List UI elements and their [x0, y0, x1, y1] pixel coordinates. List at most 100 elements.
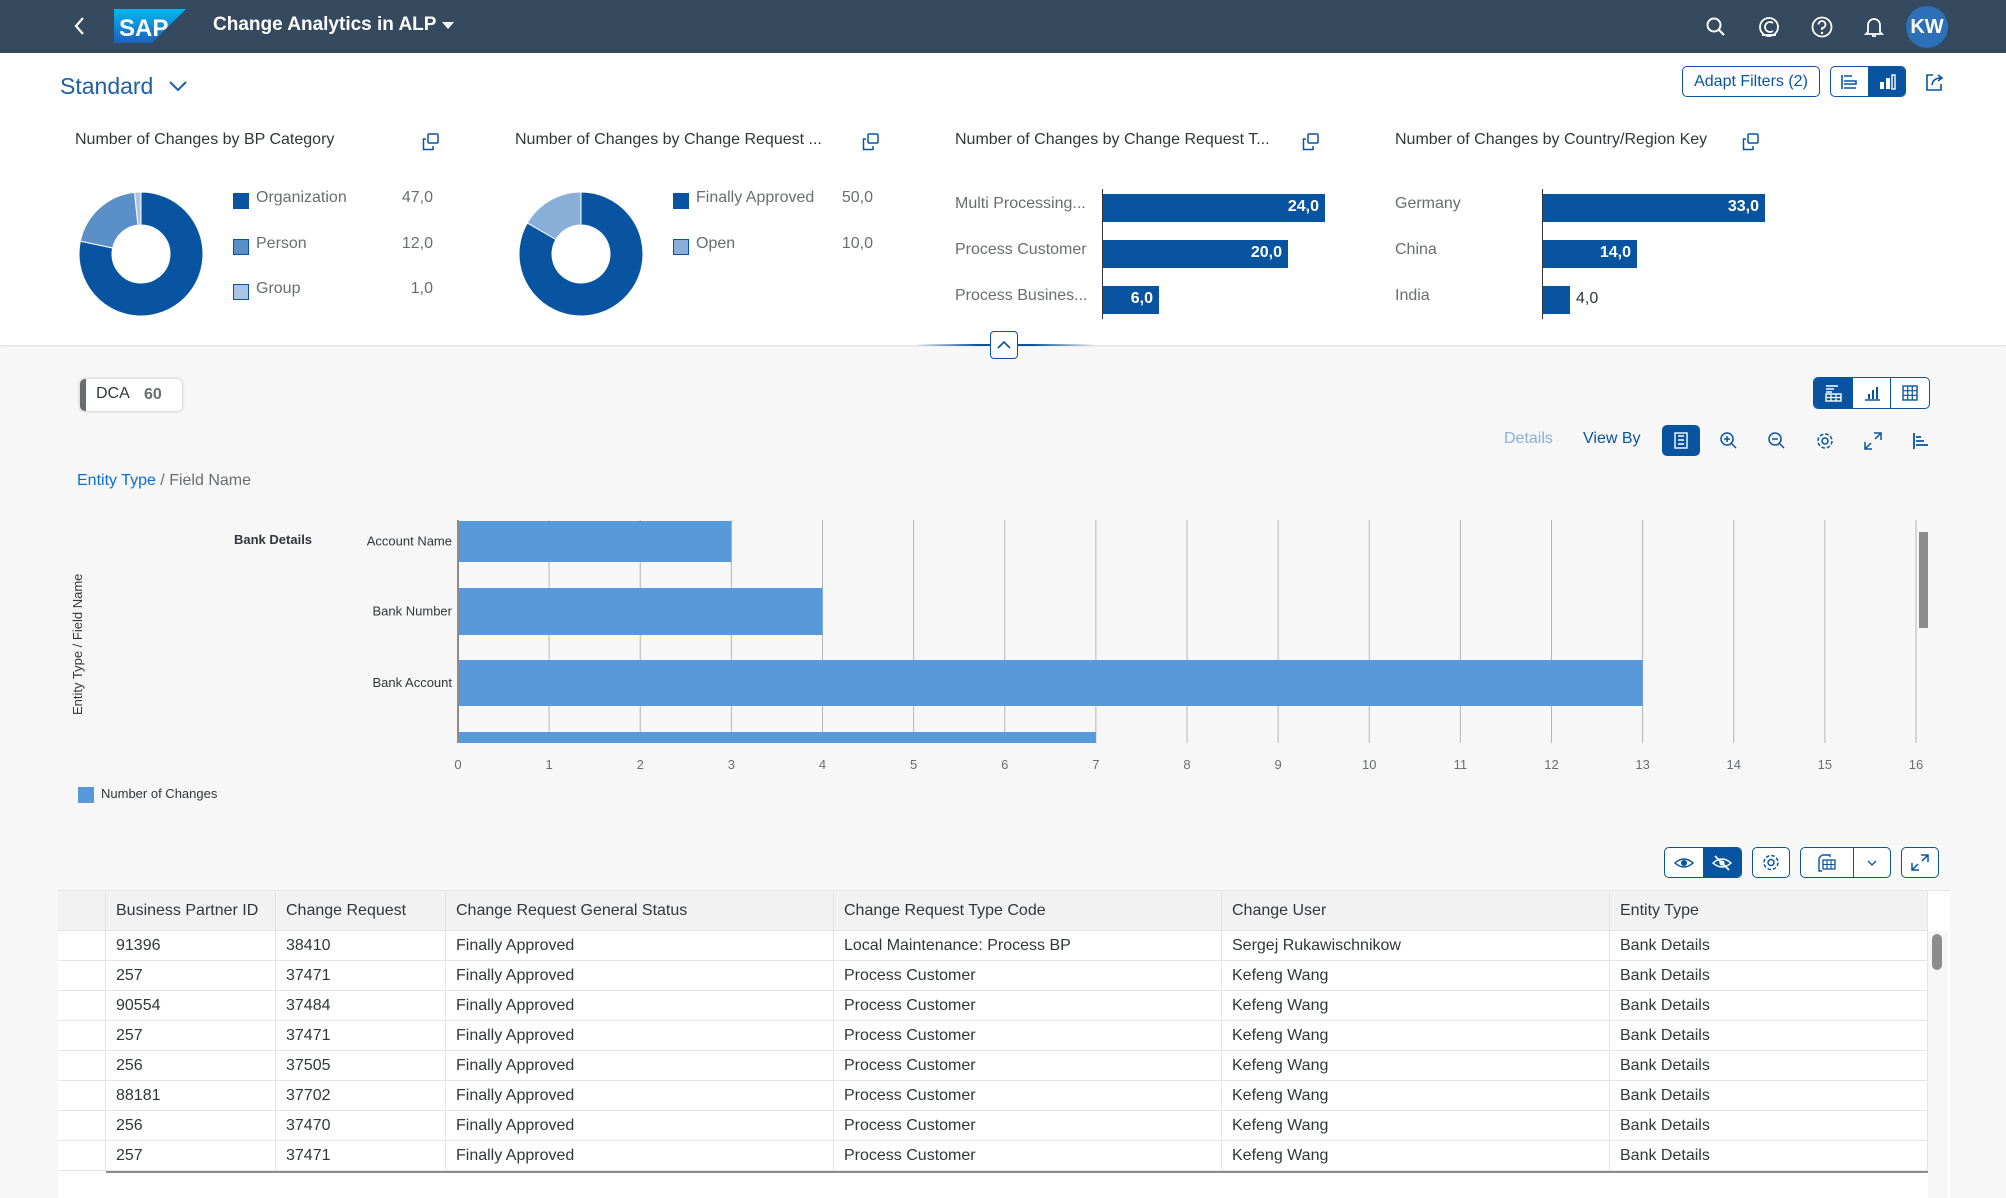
column-header[interactable]: Entity Type [1610, 891, 1928, 931]
table-row[interactable]: 257 37471 Finally Approved Process Customer… [58, 961, 1928, 991]
y-category-label[interactable]: Bank Account [373, 675, 453, 690]
table-settings-button[interactable] [1752, 847, 1790, 878]
kpi-tag-dca[interactable]: DCA 60 [80, 379, 182, 411]
adapt-filters-button[interactable]: Adapt Filters (2) [1682, 66, 1820, 97]
chart-legend-label[interactable]: Number of Changes [101, 786, 217, 801]
open-popover-icon [422, 133, 439, 151]
popover-button[interactable] [422, 133, 440, 151]
donut-chart[interactable] [518, 191, 644, 317]
column-header[interactable]: Change User [1222, 891, 1610, 931]
app-title[interactable]: Change Analytics in ALP [213, 14, 436, 36]
bar[interactable]: 4,0 [1543, 286, 1598, 314]
chart-bar[interactable] [458, 732, 1096, 743]
table-view-button[interactable] [1890, 378, 1929, 408]
row-selector[interactable] [58, 961, 106, 991]
bar[interactable]: 14,0 [1543, 240, 1637, 268]
chart-settings-button[interactable] [1812, 428, 1838, 454]
bar[interactable]: 6,0 [1103, 286, 1159, 314]
select-all-cell[interactable] [58, 891, 106, 931]
table-row[interactable]: 257 37471 Finally Approved Process Customer… [58, 1141, 1928, 1171]
table-row[interactable]: 88181 37702 Finally Approved Process Custom… [58, 1081, 1928, 1111]
bar[interactable]: 24,0 [1103, 194, 1325, 222]
table-cell: 37505 [276, 1051, 446, 1081]
row-selector[interactable] [58, 1111, 106, 1141]
row-selector[interactable] [58, 931, 106, 961]
popover-button[interactable] [1302, 133, 1320, 151]
show-details-button[interactable] [1665, 848, 1703, 877]
open-popover-icon [1742, 133, 1759, 151]
legend-item[interactable]: Group 1,0 [233, 280, 433, 302]
chart-table-icon [1825, 385, 1842, 402]
legend-item[interactable]: Organization 47,0 [233, 189, 433, 211]
copilot-button[interactable] [1755, 13, 1783, 41]
popover-button[interactable] [1742, 133, 1760, 151]
chart-bar[interactable] [458, 660, 1643, 706]
table-row[interactable]: 256 37505 Finally Approved Process Customer… [58, 1051, 1928, 1081]
user-avatar[interactable]: KW [1906, 6, 1948, 48]
notifications-button[interactable] [1860, 13, 1888, 41]
donut-chart[interactable] [78, 191, 204, 317]
legend-item[interactable]: Finally Approved 50,0 [673, 189, 873, 211]
x-tick-label: 2 [637, 757, 644, 772]
table-row[interactable]: 257 37471 Finally Approved Process Customer… [58, 1021, 1928, 1051]
column-header[interactable]: Change Request Type Code [834, 891, 1222, 931]
compact-filter-button[interactable] [1831, 67, 1868, 96]
card-title: Number of Changes by Country/Region Key [1395, 131, 1708, 148]
export-options-dropdown[interactable] [1853, 848, 1890, 877]
legend-item[interactable]: Person 12,0 [233, 235, 433, 257]
table-scrollbar-thumb[interactable] [1932, 934, 1942, 970]
drilldown-button[interactable] [1908, 428, 1934, 454]
share-button[interactable] [1924, 71, 1946, 93]
bar-category-label: Process Customer [955, 241, 1087, 258]
table-row[interactable]: 90554 37484 Finally Approved Process Custom… [58, 991, 1928, 1021]
legend-item[interactable]: Open 10,0 [673, 235, 873, 257]
search-button[interactable] [1702, 13, 1730, 41]
variant-dropdown-button[interactable] [168, 79, 188, 93]
chart-fullscreen-button[interactable] [1860, 428, 1886, 454]
legend-swatch [233, 284, 249, 300]
chart-bar[interactable] [458, 588, 823, 635]
details-button[interactable]: Details [1504, 430, 1553, 448]
row-selector[interactable] [58, 991, 106, 1021]
export-to-spreadsheet-button[interactable] [1801, 848, 1853, 877]
table-fullscreen-button[interactable] [1901, 847, 1939, 878]
table-scrollbar[interactable] [1928, 931, 1948, 1198]
zoom-out-button[interactable] [1764, 428, 1790, 454]
x-tick-label: 6 [1001, 757, 1008, 772]
help-button[interactable] [1808, 13, 1836, 41]
bar[interactable]: 20,0 [1103, 240, 1288, 268]
table-cell: 37471 [276, 1021, 446, 1051]
view-by-button[interactable]: View By [1583, 430, 1641, 448]
row-selector[interactable] [58, 1141, 106, 1171]
hybrid-view-button[interactable] [1814, 378, 1852, 408]
sap-logo[interactable]: SAP [114, 9, 186, 43]
zoom-in-button[interactable] [1716, 428, 1742, 454]
chart-view-button[interactable] [1852, 378, 1890, 408]
column-header[interactable]: Change Request [276, 891, 446, 931]
table-row[interactable]: 91396 38410 Finally Approved Local Maintena… [58, 931, 1928, 961]
donut-slice-person[interactable] [79, 191, 139, 249]
y-category-label[interactable]: Account Name [367, 534, 452, 549]
y-category-label[interactable]: Bank Number [373, 604, 453, 619]
row-selector[interactable] [58, 1081, 106, 1111]
variant-title[interactable]: Standard [60, 73, 153, 100]
column-header[interactable]: Business Partner ID [106, 891, 276, 931]
popover-button[interactable] [862, 133, 880, 151]
bar-value-label: 14,0 [1599, 244, 1631, 261]
chart-bar[interactable] [458, 521, 732, 562]
chart-scrollbar-thumb[interactable] [1919, 532, 1928, 628]
app-title-dropdown-icon[interactable] [442, 22, 454, 29]
table-row[interactable]: 256 37470 Finally Approved Process Customer… [58, 1111, 1928, 1141]
bar[interactable]: 33,0 [1543, 194, 1765, 222]
legend-toggle-button[interactable] [1662, 425, 1700, 456]
collapse-header-button[interactable] [990, 331, 1018, 359]
row-selector[interactable] [58, 1021, 106, 1051]
hide-details-button[interactable] [1702, 848, 1741, 877]
column-header[interactable]: Change Request General Status [446, 891, 834, 931]
back-button[interactable] [68, 12, 92, 40]
visual-filter-button[interactable] [1867, 67, 1905, 96]
y-group-label[interactable]: Bank Details [234, 532, 312, 547]
table-cell: Process Customer [834, 1111, 1222, 1141]
row-selector[interactable] [58, 1051, 106, 1081]
breadcrumb-link[interactable]: Entity Type [77, 472, 156, 489]
